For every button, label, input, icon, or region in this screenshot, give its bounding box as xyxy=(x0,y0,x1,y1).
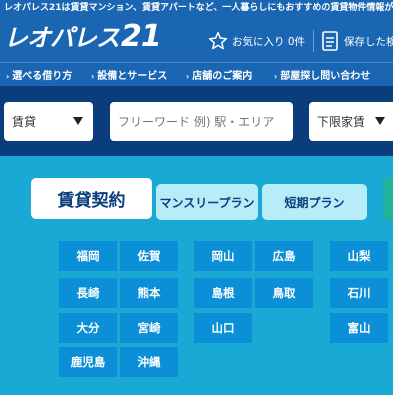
favorites-label: お気に入り 0件 xyxy=(232,35,306,48)
site-tagline: レオパレス21は賃貸マンション、賃貸アパートなど、一人暮らしにもおすすめの賃貸物… xyxy=(4,3,393,13)
pref-button[interactable]: 鹿児島 xyxy=(59,347,117,377)
dropdown-arrow-icon xyxy=(73,117,83,125)
type-select-value: 賃貸 xyxy=(12,115,37,129)
property-type-panel: 賃貸契約 マンスリープラン 短期プラン 福岡 長崎 大分 鹿児島 佐賀 熊本 宮… xyxy=(0,156,393,395)
chevron-right-icon: › xyxy=(274,72,278,81)
pref-button[interactable]: 佐賀 xyxy=(120,241,178,271)
pref-button[interactable]: 岡山 xyxy=(194,241,252,271)
nav-item-rental-methods[interactable]: › 選べる借り方 xyxy=(6,67,72,82)
pref-button[interactable]: 島根 xyxy=(194,278,252,308)
tab-rental-contract[interactable]: 賃貸契約 xyxy=(31,178,152,219)
chevron-right-icon: › xyxy=(6,72,10,81)
nav-item-facilities[interactable]: › 設備とサービス xyxy=(91,67,167,82)
pref-button[interactable]: 長崎 xyxy=(59,278,117,308)
pref-button[interactable]: 富山 xyxy=(330,313,388,343)
type-select[interactable]: 賃貸 xyxy=(4,102,93,141)
site-logo[interactable]: レオパレス 21 xyxy=(4,18,162,54)
logo-text: レオパレス xyxy=(4,24,120,52)
pref-button[interactable]: 大分 xyxy=(59,313,117,343)
rent-min-value: 下限家賃 xyxy=(317,115,366,129)
pref-button[interactable]: 山口 xyxy=(194,313,252,343)
tab-monthly-plan[interactable]: マンスリープラン xyxy=(156,184,258,220)
dropdown-arrow-icon xyxy=(375,117,385,125)
pref-button[interactable]: 熊本 xyxy=(120,278,178,308)
logo-number: 21 xyxy=(121,19,162,54)
tab-short-term-plan[interactable]: 短期プラン xyxy=(262,184,367,220)
header-divider xyxy=(313,30,314,52)
chevron-right-icon: › xyxy=(186,72,190,81)
saved-search-label: 保存した検 xyxy=(344,35,393,48)
favorites-link[interactable]: お気に入り 0件 xyxy=(208,30,305,52)
search-bar: 賃貸 下限家賃 xyxy=(0,86,393,156)
pref-button[interactable]: 宮崎 xyxy=(120,313,178,343)
freeword-input[interactable] xyxy=(110,102,293,141)
star-icon xyxy=(208,31,228,50)
saved-search-link[interactable]: 保存した検 xyxy=(322,30,393,52)
rent-min-select[interactable]: 下限家賃 xyxy=(309,102,393,141)
pref-button[interactable]: 福岡 xyxy=(59,241,117,271)
chevron-right-icon: › xyxy=(91,72,95,81)
main-nav: › 選べる借り方 › 設備とサービス › 店舗のご案内 › 部屋探し問い合わせ xyxy=(0,62,393,86)
pref-button[interactable]: 山梨 xyxy=(330,241,388,271)
site-header: レオパレス21は賃貸マンション、賃貸アパートなど、一人暮らしにもおすすめの賃貸物… xyxy=(0,0,393,62)
pref-button[interactable]: 広島 xyxy=(255,241,313,271)
pref-button[interactable]: 鳥取 xyxy=(255,278,313,308)
pref-button[interactable]: 石川 xyxy=(330,278,388,308)
pref-button[interactable]: 沖縄 xyxy=(120,347,178,377)
nav-item-stores[interactable]: › 店舗のご案内 xyxy=(186,67,252,82)
document-icon xyxy=(322,31,338,51)
nav-item-inquiry[interactable]: › 部屋探し問い合わせ xyxy=(274,67,370,82)
tab-partial[interactable] xyxy=(383,178,393,220)
